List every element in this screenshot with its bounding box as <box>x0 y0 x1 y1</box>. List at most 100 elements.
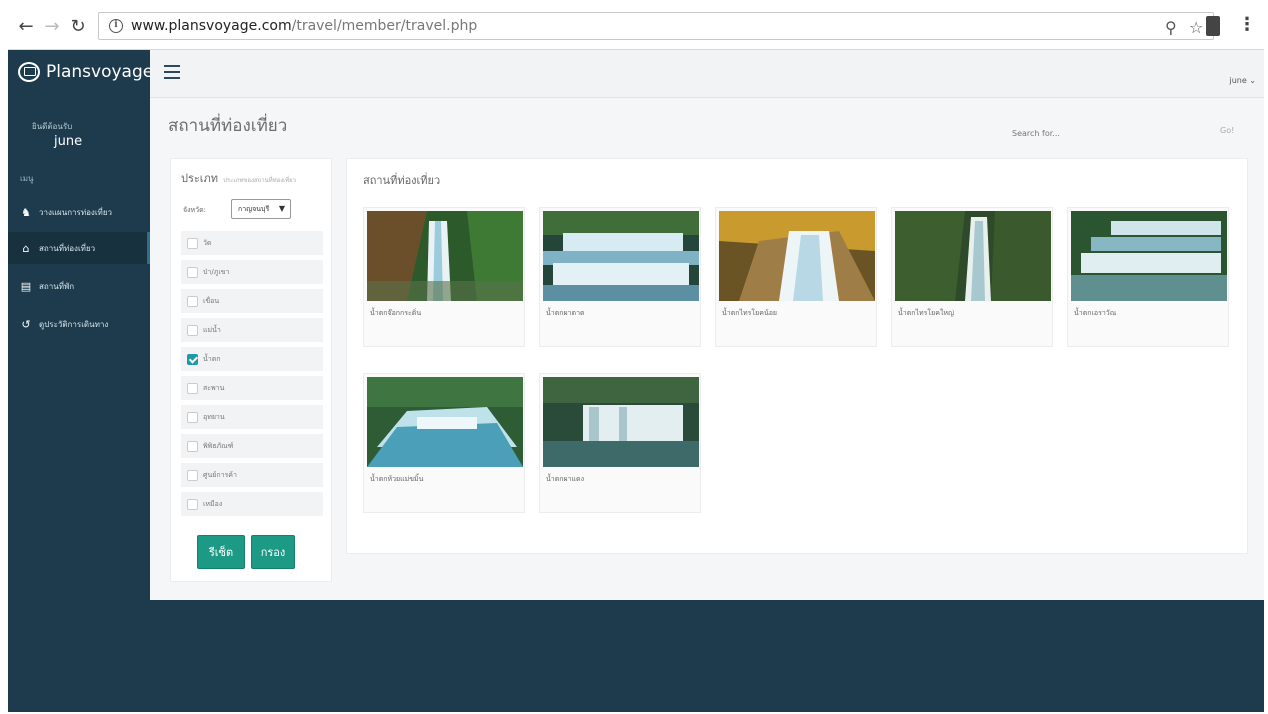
top-bar: june ⌄ <box>150 50 1264 98</box>
url-domain: www.plansvoyage.com <box>131 18 292 34</box>
filter-subtitle: ประเภทของสถานที่ท่องเที่ยว <box>223 177 297 184</box>
category-river[interactable]: แม่น้ำ <box>181 318 323 342</box>
place-name: น้ำตกห้วยแม่ขมิ้น <box>370 475 424 483</box>
category-museum[interactable]: พิพิธภัณฑ์ <box>181 434 323 458</box>
page: ← → ↻ i www.plansvoyage.com/travel/membe… <box>8 4 1264 712</box>
category-label: น้ำตก <box>203 354 221 363</box>
category-label: แม่น้ำ <box>203 325 221 334</box>
category-label: เขื่อน <box>203 296 220 305</box>
user-name: june <box>54 134 83 149</box>
extension-icon[interactable] <box>1206 16 1220 36</box>
waterfall-photo <box>367 211 523 301</box>
category-park[interactable]: อุทยาน <box>181 405 323 429</box>
reset-button[interactable]: รีเซ็ต <box>197 535 245 569</box>
place-card[interactable]: น้ำตกจ๊อกกระดิ่น <box>363 207 525 347</box>
sidebar-item-label: สถานที่พัก <box>39 281 75 291</box>
sidebar-item-label: สถานที่ท่องเที่ยว <box>39 243 96 253</box>
page-title: สถานที่ท่องเที่ยว <box>168 116 288 136</box>
place-card[interactable]: น้ำตกห้วยแม่ขมิ้น <box>363 373 525 513</box>
url-path: /travel/member/travel.php <box>291 18 478 34</box>
search-go-button[interactable]: Go! <box>1220 126 1234 135</box>
place-card[interactable]: น้ำตกไทรโยคน้อย <box>715 207 877 347</box>
zoom-icon[interactable]: ⚲ <box>1165 18 1177 37</box>
home-icon: ⌂ <box>22 241 30 255</box>
place-name: น้ำตกเอราวัณ <box>1074 309 1117 317</box>
place-name: น้ำตกผาแดง <box>546 475 585 483</box>
waterfall-photo <box>719 211 875 301</box>
sidebar-item-label: วางแผนการท่องเที่ยว <box>39 207 113 217</box>
place-name: น้ำตกจ๊อกกระดิ่น <box>370 309 422 317</box>
place-card[interactable]: น้ำตกผาแดง <box>539 373 701 513</box>
places-panel: สถานที่ท่องเที่ยว น้ำตกจ๊อกกระดิ่น น้ำตก… <box>346 158 1248 554</box>
place-name: น้ำตกไทรโยคน้อย <box>722 309 778 317</box>
checkbox[interactable] <box>187 411 198 423</box>
main-content: สถานที่ท่องเที่ยว Go! ประเภท ประเภทของสถา… <box>150 98 1264 600</box>
sidebar-item-attractions[interactable]: ⌂ สถานที่ท่องเที่ยว <box>8 232 150 264</box>
category-label: เหมือง <box>203 499 223 508</box>
welcome-label: ยินดีต้อนรับ <box>32 122 73 131</box>
monitor-icon <box>18 62 40 82</box>
category-label: สะพาน <box>203 383 225 392</box>
filter-panel: ประเภท ประเภทของสถานที่ท่องเที่ยว จังหวัด… <box>170 158 332 582</box>
category-mall[interactable]: ศูนย์การค้า <box>181 463 323 487</box>
sidebar-item-history[interactable]: ↺ ดูประวัติการเดินทาง <box>8 308 150 340</box>
waterfall-photo <box>543 211 699 301</box>
checkbox[interactable] <box>187 498 198 510</box>
checkbox[interactable] <box>187 382 198 394</box>
place-name: น้ำตกผาตาด <box>546 309 585 317</box>
province-value: กาญจนบุรี <box>238 205 270 213</box>
category-waterfall[interactable]: น้ำตก <box>181 347 323 371</box>
category-forest[interactable]: ป่า/ภูเขา <box>181 260 323 284</box>
address-bar[interactable]: i www.plansvoyage.com/travel/member/trav… <box>98 12 1214 40</box>
waterfall-photo <box>367 377 523 467</box>
user-menu[interactable]: june ⌄ <box>1229 76 1256 85</box>
category-dam[interactable]: เขื่อน <box>181 289 323 313</box>
waterfall-photo <box>1071 211 1227 301</box>
hamburger-menu-icon[interactable] <box>164 65 180 79</box>
forward-arrow-icon[interactable]: → <box>42 17 62 37</box>
province-label: จังหวัด: <box>183 206 206 214</box>
waterfall-photo <box>543 377 699 467</box>
search-input[interactable] <box>1012 124 1212 142</box>
waterfall-photo <box>895 211 1051 301</box>
checkbox[interactable] <box>187 440 198 452</box>
checkbox[interactable] <box>187 295 198 307</box>
sidebar-item-accommodation[interactable]: ▤ สถานที่พัก <box>8 270 150 302</box>
site-info-icon[interactable]: i <box>109 19 123 33</box>
checkbox[interactable] <box>187 237 198 249</box>
filter-button[interactable]: กรอง <box>251 535 295 569</box>
browser-menu-icon[interactable]: ⋮ <box>1238 14 1256 35</box>
menu-heading: เมนู <box>20 174 34 183</box>
place-card[interactable]: น้ำตกไทรโยคใหญ่ <box>891 207 1053 347</box>
category-label: อุทยาน <box>203 412 225 421</box>
category-label: ศูนย์การค้า <box>203 470 237 479</box>
filter-title: ประเภท ประเภทของสถานที่ท่องเที่ยว <box>181 169 296 187</box>
brand[interactable]: Plansvoyage <box>18 62 153 82</box>
reload-icon[interactable]: ↻ <box>68 17 88 37</box>
category-label: ป่า/ภูเขา <box>203 267 230 276</box>
bookmark-star-icon[interactable]: ☆ <box>1189 18 1203 37</box>
bed-icon: ▤ <box>20 279 32 293</box>
browser-toolbar: ← → ↻ i www.plansvoyage.com/travel/membe… <box>8 4 1264 50</box>
user-icon: ♞ <box>21 205 31 219</box>
filter-title-text: ประเภท <box>181 172 219 185</box>
category-mine[interactable]: เหมือง <box>181 492 323 516</box>
place-name: น้ำตกไทรโยคใหญ่ <box>898 309 954 317</box>
checkbox-checked[interactable] <box>187 353 198 365</box>
footer <box>8 600 1264 712</box>
place-card[interactable]: น้ำตกผาตาด <box>539 207 701 347</box>
province-select[interactable]: กาญจนบุรี ▼ <box>231 199 291 219</box>
category-bridge[interactable]: สะพาน <box>181 376 323 400</box>
category-label: พิพิธภัณฑ์ <box>203 441 234 450</box>
place-card[interactable]: น้ำตกเอราวัณ <box>1067 207 1229 347</box>
checkbox[interactable] <box>187 266 198 278</box>
back-arrow-icon[interactable]: ← <box>16 17 36 37</box>
category-temple[interactable]: วัด <box>181 231 323 255</box>
category-label: วัด <box>203 238 212 247</box>
sidebar-item-plan-trip[interactable]: ♞ วางแผนการท่องเที่ยว <box>8 196 150 228</box>
sidebar-item-label: ดูประวัติการเดินทาง <box>39 319 109 329</box>
address-url[interactable]: www.plansvoyage.com/travel/member/travel… <box>131 18 477 34</box>
checkbox[interactable] <box>187 469 198 481</box>
history-icon: ↺ <box>21 317 31 331</box>
checkbox[interactable] <box>187 324 198 336</box>
